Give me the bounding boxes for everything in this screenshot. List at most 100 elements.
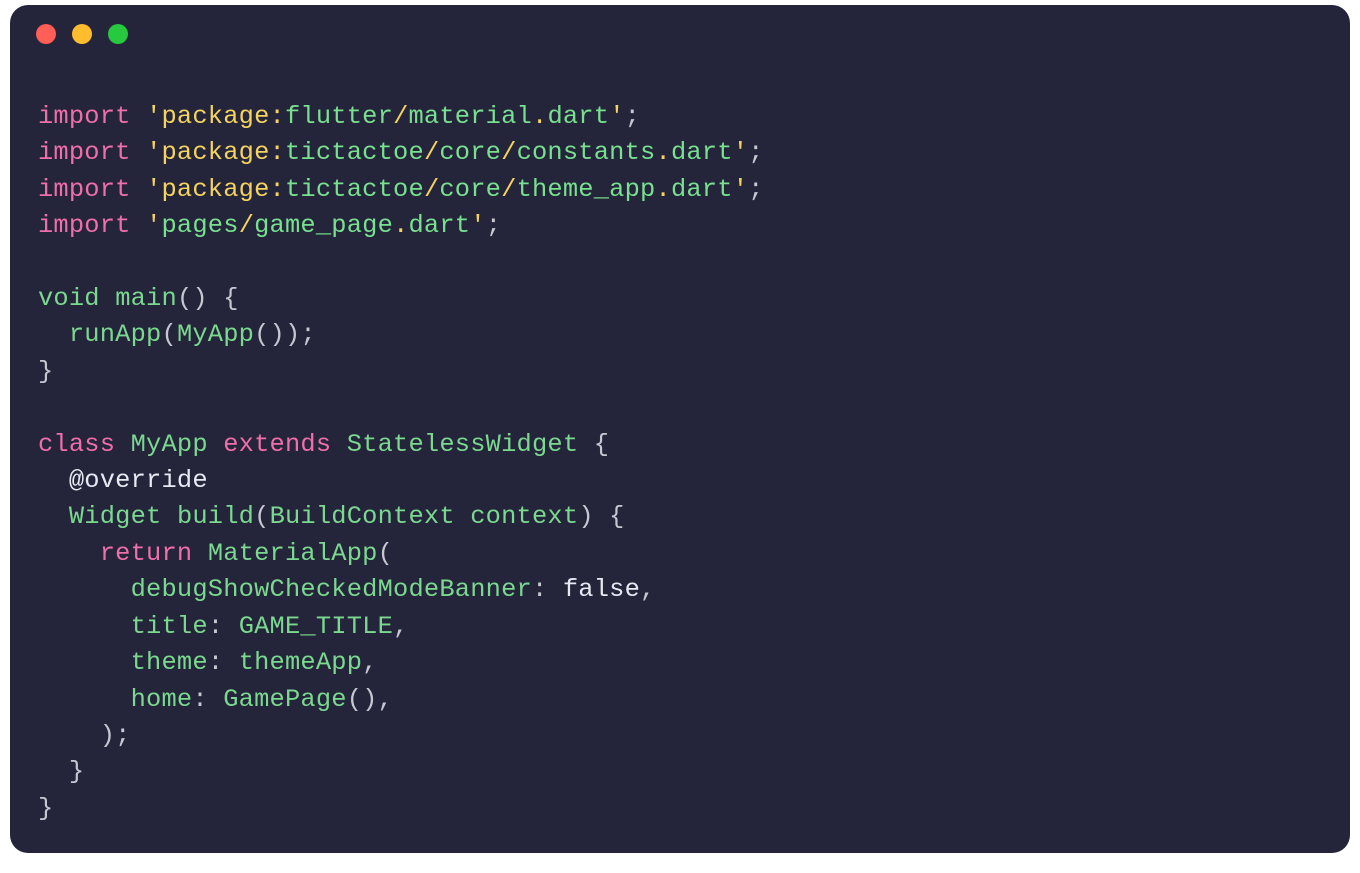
code-token <box>38 648 131 677</box>
code-token: { <box>594 430 609 459</box>
code-token <box>131 175 146 204</box>
window-titlebar <box>10 5 1350 63</box>
code-token: dart <box>671 175 733 204</box>
code-token: core <box>439 175 501 204</box>
code-token: () { <box>177 284 239 313</box>
code-token: } <box>38 357 53 386</box>
code-token: void <box>38 284 100 313</box>
code-token: extends <box>223 430 331 459</box>
code-token: ' <box>146 138 161 167</box>
code-token: } <box>69 757 84 786</box>
code-token: package: <box>162 102 286 131</box>
code-token: ' <box>146 175 161 204</box>
code-token: ; <box>748 138 763 167</box>
code-token: themeApp <box>239 648 363 677</box>
code-token <box>192 539 207 568</box>
code-token: false <box>563 575 640 604</box>
code-token: ' <box>146 211 161 240</box>
editor-window: import 'package:flutter/material.dart'; … <box>10 5 1350 853</box>
code-token <box>131 138 146 167</box>
code-token: . <box>393 211 408 240</box>
code-token: / <box>393 102 408 131</box>
code-token: dart <box>671 138 733 167</box>
code-token: material <box>409 102 533 131</box>
code-token: pages <box>162 211 239 240</box>
code-token <box>38 612 131 641</box>
code-token: ; <box>486 211 501 240</box>
code-token: ( <box>254 502 269 531</box>
code-token: (), <box>347 685 393 714</box>
code-token: ' <box>733 175 748 204</box>
code-token <box>38 466 69 495</box>
code-token: ' <box>733 138 748 167</box>
code-token: BuildContext <box>270 502 455 531</box>
code-token: ; <box>748 175 763 204</box>
code-token: theme_app <box>517 175 656 204</box>
code-token: GamePage <box>223 685 347 714</box>
code-token: : <box>208 648 239 677</box>
code-token: ' <box>609 102 624 131</box>
code-token: : <box>192 685 223 714</box>
code-token: / <box>239 211 254 240</box>
code-token <box>38 757 69 786</box>
code-token <box>578 430 593 459</box>
minimize-icon[interactable] <box>72 24 92 44</box>
code-token: MyApp <box>177 320 254 349</box>
code-token: MyApp <box>131 430 208 459</box>
code-token <box>38 575 131 604</box>
code-token <box>38 320 69 349</box>
code-token: return <box>100 539 193 568</box>
code-token: import <box>38 138 131 167</box>
code-token: } <box>38 794 53 823</box>
code-token: ); <box>100 721 131 750</box>
code-token: core <box>439 138 501 167</box>
code-token: , <box>393 612 408 641</box>
code-token: dart <box>409 211 471 240</box>
zoom-icon[interactable] <box>108 24 128 44</box>
code-token: StatelessWidget <box>347 430 579 459</box>
code-editor[interactable]: import 'package:flutter/material.dart'; … <box>10 63 1350 853</box>
code-token: package: <box>162 175 286 204</box>
code-token: . <box>656 138 671 167</box>
code-token: import <box>38 175 131 204</box>
code-token: tictactoe <box>285 138 424 167</box>
code-token: title <box>131 612 208 641</box>
code-token: constants <box>517 138 656 167</box>
code-token: ( <box>162 320 177 349</box>
code-token <box>38 502 69 531</box>
code-token: / <box>501 138 516 167</box>
code-token: import <box>38 102 131 131</box>
code-token: ' <box>146 102 161 131</box>
code-token <box>131 211 146 240</box>
code-token: / <box>501 175 516 204</box>
code-token <box>38 721 100 750</box>
code-token: , <box>362 648 377 677</box>
code-token: import <box>38 211 131 240</box>
code-token <box>162 502 177 531</box>
code-token: : <box>208 612 239 641</box>
code-token: ' <box>470 211 485 240</box>
code-token: runApp <box>69 320 162 349</box>
code-token: build <box>177 502 254 531</box>
code-token <box>38 685 131 714</box>
code-token: MaterialApp <box>208 539 378 568</box>
code-token: main <box>115 284 177 313</box>
code-token: debugShowCheckedModeBanner <box>131 575 532 604</box>
code-token: ( <box>378 539 393 568</box>
code-token: home <box>131 685 193 714</box>
close-icon[interactable] <box>36 24 56 44</box>
code-token <box>38 539 100 568</box>
code-token: game_page <box>254 211 393 240</box>
code-token <box>455 502 470 531</box>
code-token: Widget <box>69 502 162 531</box>
code-token: / <box>424 175 439 204</box>
code-token: flutter <box>285 102 393 131</box>
code-token: context <box>470 502 578 531</box>
code-token <box>115 430 130 459</box>
code-token: ()); <box>254 320 316 349</box>
code-token <box>131 102 146 131</box>
code-token: ; <box>625 102 640 131</box>
code-token <box>331 430 346 459</box>
code-token: GAME_TITLE <box>239 612 393 641</box>
code-token: class <box>38 430 115 459</box>
